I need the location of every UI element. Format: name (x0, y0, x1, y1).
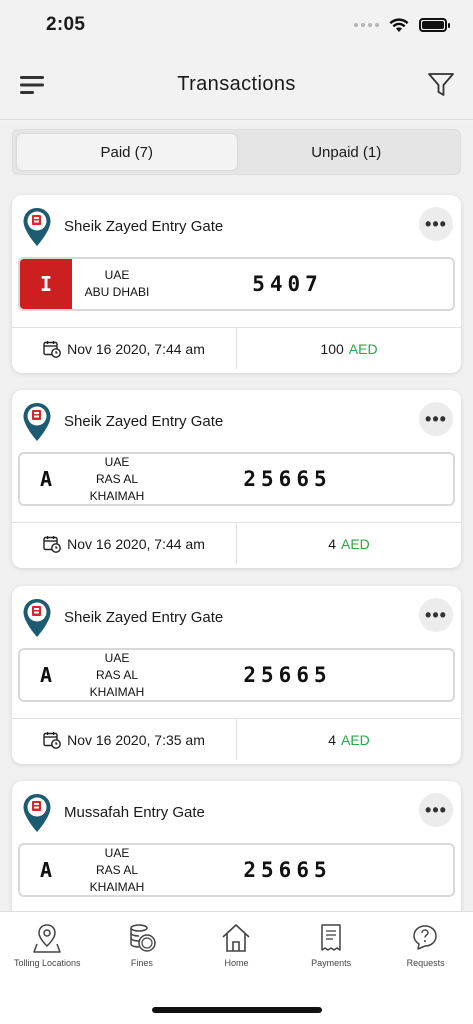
transaction-currency: AED (348, 340, 378, 357)
status-tabs: Paid (7) Unpaid (1) (12, 129, 461, 175)
more-dots-icon: ••• (425, 213, 447, 234)
plate-emirate-line1: RAS AL (95, 862, 139, 877)
transaction-datetime: Nov 16 2020, 7:44 am (67, 340, 205, 357)
nav-tolling-locations[interactable]: Tolling Locations (0, 922, 95, 976)
more-dots-icon: ••• (425, 799, 447, 820)
more-options-button[interactable]: ••• (419, 793, 453, 827)
nav-label: Payments (311, 958, 352, 968)
license-plate: A UAE RAS AL KHAIMAH 25665 (18, 648, 455, 702)
transaction-currency: AED (341, 731, 370, 748)
plate-country: UAE (104, 650, 130, 665)
more-options-button[interactable]: ••• (419, 598, 453, 632)
plate-country: UAE (104, 268, 130, 282)
app-header: Transactions (0, 50, 473, 120)
plate-emirate: UAE RAS AL KHAIMAH (72, 650, 162, 700)
calendar-clock-icon (43, 535, 62, 553)
transaction-card[interactable]: Sheik Zayed Entry Gate ••• I UAE ABU DHA… (12, 195, 461, 373)
gate-name: Mussafah Entry Gate (64, 803, 205, 821)
plate-code: A (39, 467, 53, 491)
toll-gate-pin-icon (23, 599, 51, 637)
transaction-card[interactable]: Mussafah Entry Gate ••• A UAE RAS AL KHA… (12, 781, 461, 911)
transaction-currency: AED (341, 535, 370, 552)
license-plate: A UAE RAS AL KHAIMAH 25665 (18, 843, 455, 897)
plate-country: UAE (104, 845, 130, 860)
transaction-amount: 100 (320, 340, 344, 357)
more-dots-icon: ••• (425, 604, 447, 625)
nav-label: Home (224, 958, 249, 968)
nav-label: Requests (406, 958, 445, 968)
plate-emirate-line2: KHAIMAH (89, 684, 145, 699)
cellular-signal-icon (354, 23, 379, 27)
more-dots-icon: ••• (425, 408, 447, 429)
transaction-footer: Nov 16 2020, 7:44 am 4 AED (12, 522, 461, 564)
tab-unpaid[interactable]: Unpaid (1) (237, 134, 457, 170)
calendar-clock-icon (43, 731, 62, 749)
toll-gate-pin-icon (23, 403, 51, 441)
tab-paid[interactable]: Paid (7) (17, 134, 237, 170)
more-options-button[interactable]: ••• (419, 402, 453, 436)
plate-number: 25665 (243, 858, 332, 882)
filter-icon (428, 72, 454, 96)
receipt-icon (321, 924, 341, 951)
plate-number: 5407 (252, 272, 323, 296)
transaction-card[interactable]: Sheik Zayed Entry Gate ••• A UAE RAS AL … (12, 390, 461, 568)
transaction-datetime: Nov 16 2020, 7:44 am (67, 535, 205, 552)
license-plate: A UAE RAS AL KHAIMAH 25665 (18, 452, 455, 506)
home-indicator[interactable] (152, 1007, 322, 1013)
battery-icon (419, 18, 450, 32)
plate-code: A (39, 858, 53, 882)
coins-icon (130, 924, 156, 952)
transactions-list[interactable]: Paid (7) Unpaid (1) Sheik Zayed Entry Ga… (0, 121, 473, 911)
plate-emirate: UAE ABU DHABI (72, 267, 162, 301)
transaction-datetime: Nov 16 2020, 7:35 am (67, 731, 205, 748)
toll-gate-pin-icon (23, 794, 51, 832)
plate-emirate: UAE RAS AL KHAIMAH (72, 454, 162, 504)
hamburger-menu-icon (20, 75, 44, 94)
gate-name: Sheik Zayed Entry Gate (64, 217, 224, 235)
status-icons (354, 17, 450, 33)
page-title: Transactions (177, 73, 296, 95)
transaction-footer: Nov 16 2020, 7:35 am 4 AED (12, 718, 461, 760)
plate-number: 25665 (243, 663, 332, 687)
transaction-footer: Nov 16 2020, 7:44 am 100 AED (12, 327, 461, 369)
transaction-card[interactable]: Sheik Zayed Entry Gate ••• A UAE RAS AL … (12, 586, 461, 764)
menu-button[interactable] (18, 71, 46, 99)
status-bar: 2:05 (0, 0, 473, 50)
plate-emirate-line1: RAS AL (95, 471, 139, 486)
plate-emirate-line1: RAS AL (95, 667, 139, 682)
nav-label: Tolling Locations (14, 958, 81, 968)
help-chat-icon (412, 925, 437, 950)
nav-fines[interactable]: Fines (95, 922, 190, 976)
plate-emirate-line2: KHAIMAH (89, 488, 145, 503)
more-options-button[interactable]: ••• (419, 207, 453, 241)
wifi-icon (389, 17, 409, 32)
status-time: 2:05 (46, 14, 86, 35)
home-icon (222, 924, 251, 952)
plate-emirate: UAE RAS AL KHAIMAH (72, 845, 162, 895)
gate-name: Sheik Zayed Entry Gate (64, 608, 224, 626)
calendar-clock-icon (43, 340, 62, 358)
nav-requests[interactable]: Requests (378, 922, 473, 976)
plate-emirate-line2: KHAIMAH (89, 879, 145, 894)
plate-code: A (39, 663, 53, 687)
license-plate: I UAE ABU DHABI 5407 (18, 257, 455, 311)
plate-emirate-line1: ABU DHABI (84, 285, 150, 299)
bottom-navigation: Tolling Locations Fines Home Payments Re… (0, 911, 473, 1024)
filter-button[interactable] (427, 71, 455, 99)
gate-name: Sheik Zayed Entry Gate (64, 412, 224, 430)
nav-payments[interactable]: Payments (284, 922, 379, 976)
transaction-amount: 4 (328, 535, 336, 552)
nav-label: Fines (130, 958, 153, 968)
toll-gate-pin-icon (23, 208, 51, 246)
plate-code: I (20, 259, 72, 309)
transaction-amount: 4 (328, 731, 336, 748)
map-pin-icon (33, 924, 62, 953)
plate-number: 25665 (243, 467, 332, 491)
nav-home[interactable]: Home (189, 922, 284, 976)
plate-country: UAE (104, 454, 130, 469)
